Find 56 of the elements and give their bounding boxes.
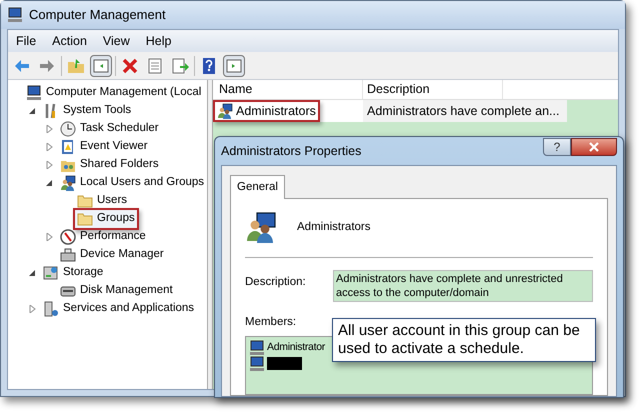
tree-item[interactable]: Disk Management bbox=[80, 282, 173, 300]
column-header[interactable]: Name bbox=[213, 80, 363, 99]
description-label: Description: bbox=[245, 275, 307, 290]
device-icon bbox=[60, 247, 76, 263]
menu-item[interactable]: File bbox=[16, 32, 36, 50]
action-pane-icon[interactable] bbox=[223, 54, 245, 76]
menu-item[interactable]: Help bbox=[146, 32, 172, 50]
table-cell: Administrators have complete an... bbox=[363, 100, 567, 122]
menu-item[interactable]: Action bbox=[52, 32, 87, 50]
tree-item[interactable]: Storage bbox=[63, 264, 104, 282]
description-field[interactable]: Administrators have complete and unrestricted access to the computer/domain bbox=[333, 270, 593, 302]
folder-icon bbox=[77, 211, 93, 227]
tree-item[interactable]: System Tools bbox=[63, 102, 132, 120]
clock-icon bbox=[60, 121, 76, 137]
expand-arrow-icon[interactable] bbox=[45, 161, 53, 169]
user-group-icon bbox=[60, 175, 76, 191]
expand-arrow-icon[interactable] bbox=[28, 305, 36, 313]
computer-icon bbox=[249, 340, 265, 356]
console-tree-icon[interactable] bbox=[90, 54, 112, 76]
close-icon bbox=[589, 142, 599, 152]
collapse-arrow-icon[interactable] bbox=[28, 107, 36, 115]
computer-icon bbox=[26, 85, 42, 101]
callout-note: All user account in this group can be used to activate a schedule. bbox=[332, 318, 596, 362]
tree-item[interactable]: Device Manager bbox=[80, 246, 164, 264]
computer-icon bbox=[7, 7, 23, 23]
help-button[interactable]: ? bbox=[543, 138, 571, 156]
services-icon bbox=[43, 301, 59, 317]
log-book-icon bbox=[60, 139, 76, 155]
column-header[interactable]: Description bbox=[363, 80, 503, 99]
tree-item[interactable]: Local Users and Groups bbox=[80, 174, 204, 192]
tree-item[interactable]: Services and Applications bbox=[63, 300, 194, 318]
expand-arrow-icon[interactable] bbox=[45, 143, 53, 151]
window-title: Computer Management bbox=[29, 6, 166, 24]
collapse-arrow-icon[interactable] bbox=[28, 269, 36, 277]
redaction-bar bbox=[267, 357, 302, 370]
dialog-title: Administrators Properties bbox=[221, 142, 362, 160]
gauge-icon bbox=[60, 229, 76, 245]
expand-arrow-icon[interactable] bbox=[45, 125, 53, 133]
user-group-icon bbox=[245, 211, 277, 244]
storage-icon bbox=[43, 265, 59, 281]
tree-item[interactable]: Users bbox=[97, 192, 128, 210]
computer-icon bbox=[249, 356, 265, 372]
members-label: Members: bbox=[245, 315, 296, 330]
expand-arrow-icon[interactable] bbox=[45, 233, 53, 241]
user-group-icon bbox=[217, 103, 233, 119]
tree-item[interactable]: Shared Folders bbox=[80, 156, 159, 174]
tab[interactable]: General bbox=[230, 175, 285, 200]
tree-item[interactable]: Task Scheduler bbox=[80, 120, 159, 138]
menu-item[interactable]: View bbox=[102, 32, 130, 50]
group-name: Administrators bbox=[297, 220, 370, 235]
tree-item[interactable]: Performance bbox=[80, 228, 146, 246]
close-button[interactable] bbox=[571, 138, 617, 156]
member-item[interactable]: Administrator bbox=[267, 340, 325, 356]
tree-item[interactable]: Event Viewer bbox=[80, 138, 148, 156]
collapse-arrow-icon[interactable] bbox=[45, 179, 53, 187]
tree-item[interactable]: Computer Management (Local bbox=[46, 84, 202, 102]
